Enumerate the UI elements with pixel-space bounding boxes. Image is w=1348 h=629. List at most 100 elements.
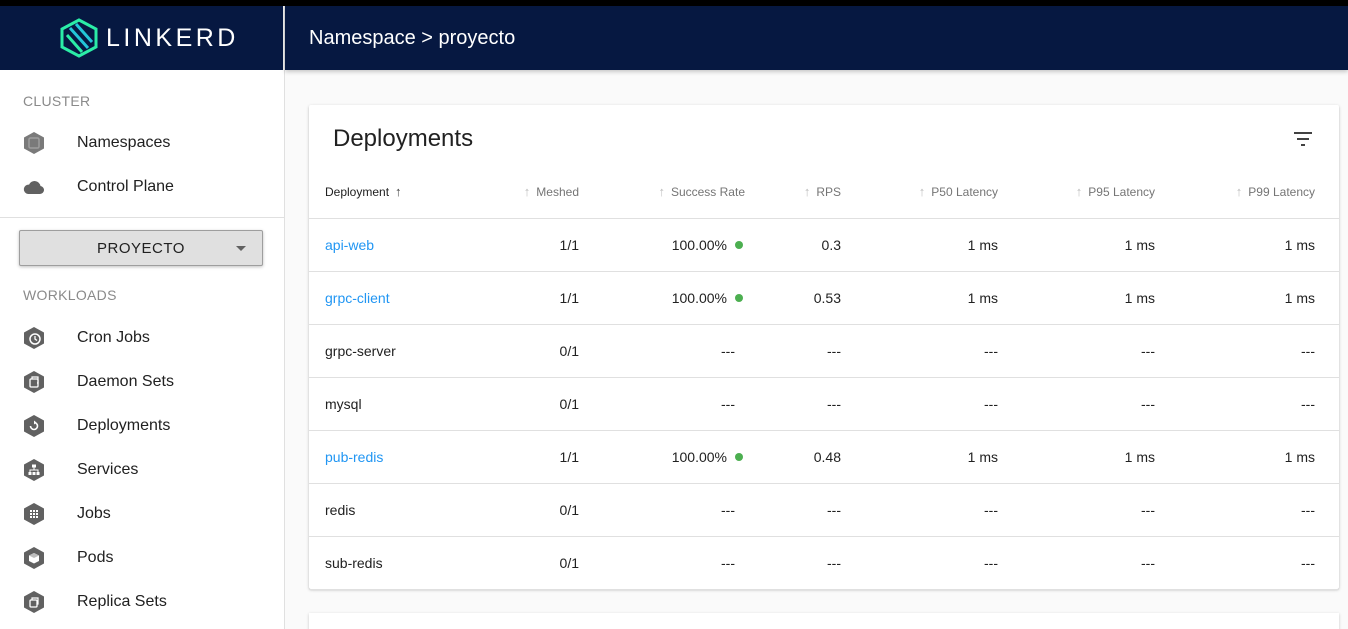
cluster-section-label: CLUSTER (23, 93, 91, 109)
success-rate-value: --- (721, 501, 735, 518)
cell-p95-latency: --- (1022, 377, 1179, 431)
cell-p50-latency: --- (865, 536, 1022, 590)
table-row[interactable]: redis 0/1 --- --- --- --- --- (309, 483, 1339, 537)
column-header-label: RPS (816, 184, 841, 199)
sidebar-item-label: Namespaces (77, 134, 171, 151)
deployment-name: sub-redis (325, 554, 383, 571)
sidebar-divider (0, 217, 284, 218)
column-header-deployment[interactable]: Deployment ↑ (309, 165, 479, 219)
cell-p99-latency: 1 ms (1179, 430, 1339, 484)
sidebar-item-control-plane[interactable]: Control Plane (0, 167, 284, 207)
deployment-link[interactable]: grpc-client (325, 290, 390, 306)
deployment-name: mysql (325, 395, 362, 412)
sort-icon: ↑ (658, 183, 665, 199)
cell-meshed: 1/1 (479, 218, 603, 272)
cell-meshed: 0/1 (479, 536, 603, 590)
cell-success-rate: --- (603, 536, 769, 590)
cell-rps: --- (769, 324, 865, 378)
cell-p99-latency: --- (1179, 483, 1339, 537)
status-dot-icon (735, 293, 743, 302)
column-header-p50-latency[interactable]: ↑ P50 Latency (865, 165, 1022, 219)
success-rate-value: 100.00% (671, 289, 727, 306)
workloads-section-label: WORKLOADS (23, 287, 117, 303)
column-header-meshed[interactable]: ↑ Meshed (479, 165, 603, 219)
sidebar-item-namespaces[interactable]: Namespaces (0, 123, 284, 163)
sidebar-item-label: Services (77, 461, 139, 478)
cell-p50-latency: 1 ms (865, 430, 1022, 484)
next-card (309, 613, 1339, 629)
success-rate-value: 100.00% (671, 448, 727, 465)
deployment-name: redis (325, 501, 356, 518)
pod-icon (24, 547, 44, 569)
cell-p50-latency: 1 ms (865, 218, 1022, 272)
column-header-label: P95 Latency (1088, 184, 1155, 199)
sidebar-item-label: Pods (77, 549, 114, 566)
cell-deployment: grpc-client (309, 271, 479, 325)
cell-deployment: pub-redis (309, 430, 479, 484)
cell-p95-latency: --- (1022, 324, 1179, 378)
success-rate-value: 100.00% (671, 236, 727, 253)
deployment-link[interactable]: pub-redis (325, 449, 383, 465)
cell-p99-latency: --- (1179, 536, 1339, 590)
cell-meshed: 0/1 (479, 324, 603, 378)
sort-icon: ↑ (803, 183, 811, 199)
success-rate-value: --- (721, 395, 735, 412)
table-row[interactable]: pub-redis 1/1 100.00% 0.48 1 ms 1 ms 1 ms (309, 430, 1339, 484)
brand-name: LINKERD (106, 23, 239, 52)
namespace-select[interactable]: PROYECTO (19, 230, 263, 266)
success-rate-value: --- (721, 342, 735, 359)
cloud-icon (23, 181, 45, 195)
deployment-link[interactable]: api-web (325, 237, 374, 253)
breadcrumb[interactable]: Namespace > proyecto (309, 27, 515, 50)
table-row[interactable]: mysql 0/1 --- --- --- --- --- (309, 377, 1339, 431)
status-dot-icon (735, 452, 743, 461)
deployment-name: grpc-server (325, 342, 396, 359)
job-icon (24, 503, 44, 525)
cell-p95-latency: --- (1022, 536, 1179, 590)
column-header-rps[interactable]: ↑ RPS (769, 165, 865, 219)
deployment-icon (24, 415, 44, 437)
column-header-success-rate[interactable]: ↑ Success Rate (603, 165, 769, 219)
sidebar: LINKERD CLUSTER Namespaces Control Plane… (0, 6, 285, 629)
sidebar-item-replica-sets[interactable]: Replica Sets (0, 582, 284, 622)
cell-meshed: 0/1 (479, 377, 603, 431)
sidebar-item-daemon-sets[interactable]: Daemon Sets (0, 362, 284, 402)
cell-success-rate: 100.00% (603, 271, 769, 325)
cell-rps: --- (769, 483, 865, 537)
cell-p50-latency: --- (865, 377, 1022, 431)
cell-success-rate: 100.00% (603, 218, 769, 272)
sidebar-item-services[interactable]: Services (0, 450, 284, 490)
sidebar-item-jobs[interactable]: Jobs (0, 494, 284, 534)
sidebar-item-label: Control Plane (77, 178, 174, 195)
table-row[interactable]: grpc-server 0/1 --- --- --- --- --- (309, 324, 1339, 378)
replica-set-icon (24, 591, 44, 613)
cell-p95-latency: 1 ms (1022, 430, 1179, 484)
cell-deployment: grpc-server (309, 324, 479, 378)
table-row[interactable]: sub-redis 0/1 --- --- --- --- --- (309, 536, 1339, 590)
cell-meshed: 1/1 (479, 271, 603, 325)
filter-icon[interactable] (1291, 127, 1315, 151)
table-row[interactable]: api-web 1/1 100.00% 0.3 1 ms 1 ms 1 ms (309, 218, 1339, 272)
cell-p95-latency: 1 ms (1022, 271, 1179, 325)
cell-deployment: api-web (309, 218, 479, 272)
sidebar-item-cron-jobs[interactable]: Cron Jobs (0, 318, 284, 358)
sidebar-item-deployments[interactable]: Deployments (0, 406, 284, 446)
cell-success-rate: --- (603, 483, 769, 537)
column-header-p99-latency[interactable]: ↑ P99 Latency (1179, 165, 1339, 219)
column-header-label: P50 Latency (931, 184, 998, 199)
cell-success-rate: --- (603, 324, 769, 378)
sort-icon: ↑ (523, 183, 531, 199)
sidebar-item-label: Deployments (77, 417, 171, 434)
brand-logo[interactable]: LINKERD (0, 6, 284, 70)
status-dot-icon (735, 240, 743, 249)
column-header-label: Meshed (536, 184, 579, 199)
sidebar-item-label: Replica Sets (77, 593, 167, 610)
app-header: Namespace > proyecto (285, 6, 1348, 70)
success-rate-value: --- (721, 554, 735, 571)
cell-deployment: mysql (309, 377, 479, 431)
sidebar-item-pods[interactable]: Pods (0, 538, 284, 578)
table-row[interactable]: grpc-client 1/1 100.00% 0.53 1 ms 1 ms 1 ms (309, 271, 1339, 325)
card-title: Deployments (333, 125, 474, 152)
column-header-p95-latency[interactable]: ↑ P95 Latency (1022, 165, 1179, 219)
cell-p50-latency: 1 ms (865, 271, 1022, 325)
